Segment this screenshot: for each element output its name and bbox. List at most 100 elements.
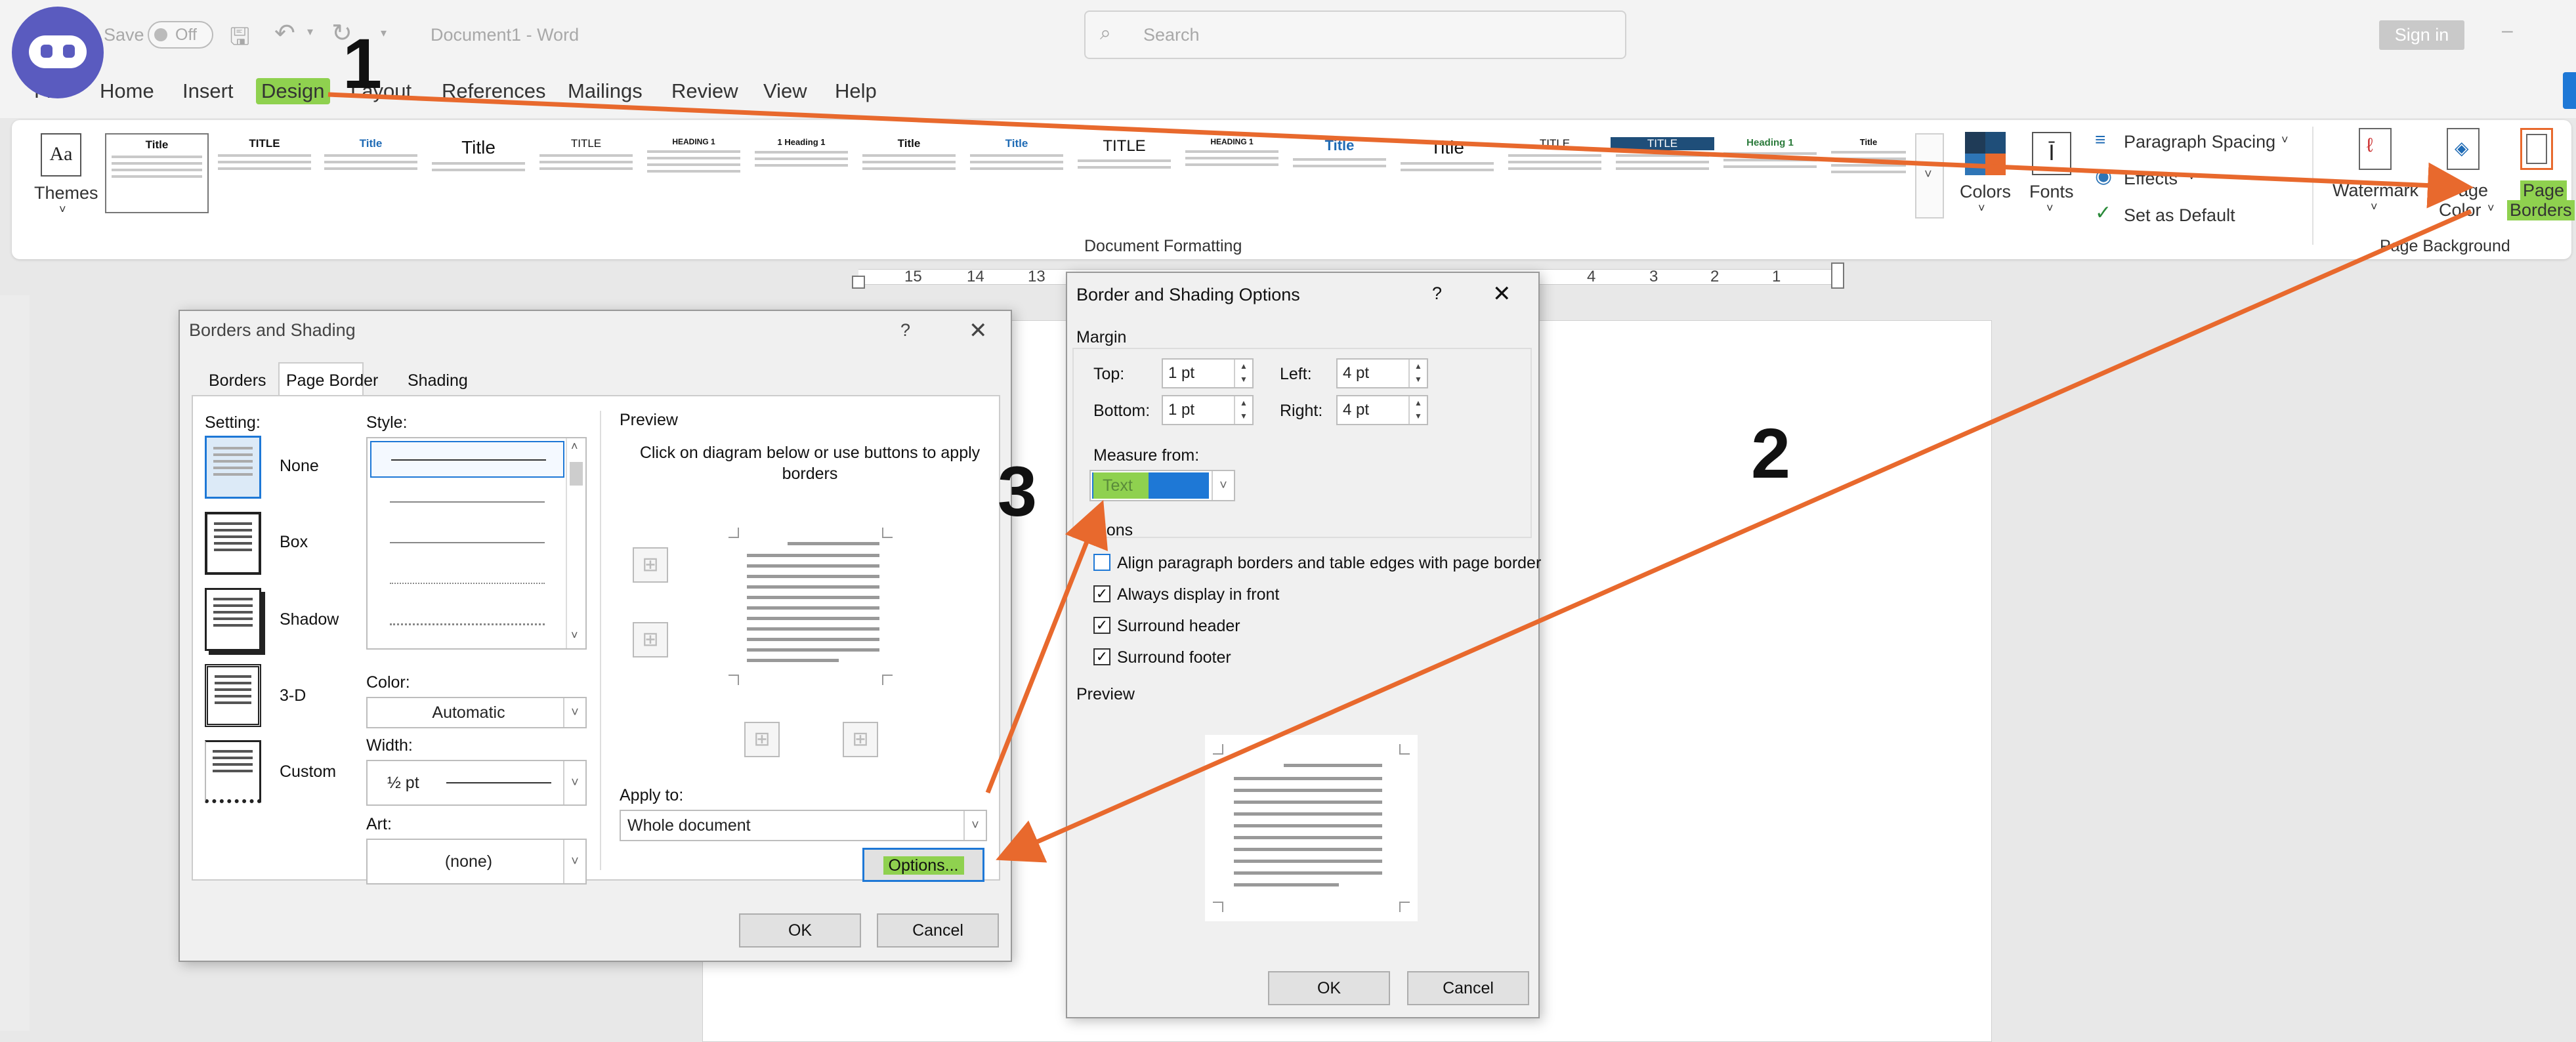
setting-none-icon[interactable] bbox=[205, 436, 261, 499]
undo-dropdown-icon[interactable]: ▾ bbox=[307, 25, 313, 39]
style-set-item[interactable]: 1 Heading 1 bbox=[750, 133, 853, 213]
width-dropdown[interactable]: ½ pt ˅ bbox=[366, 760, 587, 806]
style-set-item[interactable]: HEADING 1 bbox=[1180, 133, 1284, 213]
vertical-ruler[interactable] bbox=[0, 295, 30, 1031]
style-set-item[interactable]: Title bbox=[857, 133, 961, 213]
always-front-checkbox[interactable]: ✓ bbox=[1093, 585, 1110, 602]
style-option-selected[interactable] bbox=[370, 441, 564, 478]
indent-marker[interactable] bbox=[1831, 262, 1844, 289]
surround-footer-checkbox[interactable]: ✓ bbox=[1093, 648, 1110, 665]
align-borders-label[interactable]: Align paragraph borders and table edges … bbox=[1117, 554, 1541, 573]
effects-button[interactable]: ◉ Effects ˅ bbox=[2091, 163, 2222, 192]
indent-marker[interactable] bbox=[852, 276, 865, 289]
setting-custom-icon[interactable] bbox=[205, 740, 261, 803]
tab-page-border[interactable]: Page Border bbox=[278, 362, 378, 396]
autosave-toggle[interactable]: Off bbox=[148, 21, 213, 49]
setting-shadow-label[interactable]: Shadow bbox=[280, 610, 339, 629]
surround-header-label[interactable]: Surround header bbox=[1117, 617, 1240, 636]
surround-footer-label[interactable]: Surround footer bbox=[1117, 648, 1231, 667]
right-border-button[interactable]: ⊞ bbox=[843, 722, 878, 757]
help-button[interactable]: ? bbox=[1432, 283, 1442, 304]
style-set-item[interactable]: Title bbox=[965, 133, 1068, 213]
style-set-item[interactable]: Title bbox=[1288, 133, 1391, 213]
left-border-button[interactable]: ⊞ bbox=[744, 722, 780, 757]
setting-box-icon[interactable] bbox=[205, 512, 261, 575]
tab-borders[interactable]: Borders bbox=[209, 371, 266, 390]
tab-design[interactable]: Design bbox=[256, 78, 330, 104]
style-set-item[interactable]: Heading 1 bbox=[1718, 133, 1822, 213]
help-button[interactable]: ? bbox=[900, 320, 910, 341]
bottom-margin-input[interactable]: 1 pt ▲ ▼ bbox=[1162, 395, 1254, 425]
colors-button[interactable]: Colors ˅ bbox=[1958, 127, 2011, 225]
watermark-button[interactable]: ℓ Watermark ˅ bbox=[2329, 125, 2427, 224]
style-set-item[interactable]: Title bbox=[1395, 133, 1499, 213]
themes-button[interactable]: Aa Themes ˅ bbox=[34, 127, 98, 232]
fonts-button[interactable]: Ī Fonts ˅ bbox=[2025, 127, 2078, 225]
style-set-item[interactable]: Title bbox=[427, 133, 530, 213]
page-borders-button[interactable]: Page Borders bbox=[2503, 125, 2575, 224]
setting-3d-label[interactable]: 3-D bbox=[280, 686, 306, 705]
tab-view[interactable]: View bbox=[763, 79, 807, 103]
color-dropdown[interactable]: Automatic ˅ bbox=[366, 697, 587, 728]
style-list[interactable]: ˄ ˅ bbox=[366, 437, 587, 650]
tab-insert[interactable]: Insert bbox=[182, 79, 234, 103]
style-set-item[interactable]: Title bbox=[105, 133, 209, 213]
style-option[interactable] bbox=[390, 623, 545, 625]
art-dropdown[interactable]: (none) ˅ bbox=[366, 839, 587, 885]
measure-from-dropdown[interactable]: Text ˅ bbox=[1089, 470, 1235, 501]
undo-icon[interactable]: ↶ bbox=[274, 18, 295, 48]
style-set-item[interactable]: TITLE bbox=[1072, 133, 1176, 213]
setting-custom-label[interactable]: Custom bbox=[280, 762, 336, 782]
tab-home[interactable]: Home bbox=[100, 79, 154, 103]
paragraph-spacing-button[interactable]: ≡ Paragraph Spacing ˅ bbox=[2091, 127, 2308, 156]
surround-header-checkbox[interactable]: ✓ bbox=[1093, 617, 1110, 634]
style-option[interactable] bbox=[390, 501, 545, 503]
style-set-item[interactable]: Title bbox=[1826, 133, 1911, 213]
setting-shadow-icon[interactable] bbox=[205, 588, 261, 651]
tab-references[interactable]: References bbox=[442, 79, 546, 103]
setting-3d-icon[interactable] bbox=[205, 664, 261, 727]
spin-arrows-icon[interactable]: ▲ ▼ bbox=[1408, 396, 1427, 424]
style-set-item[interactable]: HEADING 1 bbox=[642, 133, 746, 213]
gallery-scrollbar[interactable]: ˅ bbox=[1915, 133, 1944, 219]
style-set-item[interactable]: TITLE bbox=[1611, 133, 1714, 213]
right-margin-input[interactable]: 4 pt ▲ ▼ bbox=[1336, 395, 1428, 425]
tab-mailings[interactable]: Mailings bbox=[568, 79, 643, 103]
set-as-default-button[interactable]: ✓ Set as Default bbox=[2091, 200, 2249, 229]
tab-shading[interactable]: Shading bbox=[408, 371, 468, 390]
style-set-item[interactable]: Title bbox=[319, 133, 423, 213]
setting-box-label[interactable]: Box bbox=[280, 533, 308, 552]
sign-in-button[interactable]: Sign in bbox=[2379, 20, 2464, 50]
search-input[interactable]: ⌕ Search bbox=[1084, 10, 1626, 59]
top-margin-input[interactable]: 1 pt ▲ ▼ bbox=[1162, 358, 1254, 388]
style-list-scrollbar[interactable]: ˄ ˅ bbox=[566, 438, 585, 648]
style-set-item[interactable]: TITLE bbox=[534, 133, 638, 213]
setting-none-label[interactable]: None bbox=[280, 457, 319, 476]
top-border-button[interactable]: ⊞ bbox=[633, 547, 668, 583]
share-button[interactable] bbox=[2563, 72, 2576, 109]
close-icon[interactable]: ✕ bbox=[1492, 281, 1511, 307]
spin-arrows-icon[interactable]: ▲ ▼ bbox=[1408, 360, 1427, 387]
save-icon[interactable]: 🖫 bbox=[230, 20, 250, 60]
ok-button[interactable]: OK bbox=[1268, 971, 1390, 1005]
tab-review[interactable]: Review bbox=[671, 79, 738, 103]
align-borders-checkbox[interactable] bbox=[1093, 554, 1110, 571]
preview-diagram[interactable] bbox=[728, 528, 893, 685]
style-set-item[interactable]: TITLE bbox=[213, 133, 316, 213]
options-button[interactable]: Options... bbox=[862, 848, 984, 882]
style-option[interactable] bbox=[390, 542, 545, 543]
close-icon[interactable]: ✕ bbox=[969, 318, 988, 344]
spin-arrows-icon[interactable]: ▲ ▼ bbox=[1234, 396, 1252, 424]
cancel-button[interactable]: Cancel bbox=[877, 913, 999, 948]
bottom-border-button[interactable]: ⊞ bbox=[633, 622, 668, 657]
spin-arrows-icon[interactable]: ▲ ▼ bbox=[1234, 360, 1252, 387]
apply-to-dropdown[interactable]: Whole document ˅ bbox=[620, 810, 987, 841]
always-front-label[interactable]: Always display in front bbox=[1117, 585, 1279, 604]
page-color-button[interactable]: ◈ Page Color ˅ bbox=[2428, 125, 2501, 224]
minimize-icon[interactable]: – bbox=[2502, 20, 2513, 42]
style-option[interactable] bbox=[390, 583, 545, 584]
cancel-button[interactable]: Cancel bbox=[1407, 971, 1529, 1005]
tab-help[interactable]: Help bbox=[835, 79, 877, 103]
left-margin-input[interactable]: 4 pt ▲ ▼ bbox=[1336, 358, 1428, 388]
ok-button[interactable]: OK bbox=[739, 913, 861, 948]
